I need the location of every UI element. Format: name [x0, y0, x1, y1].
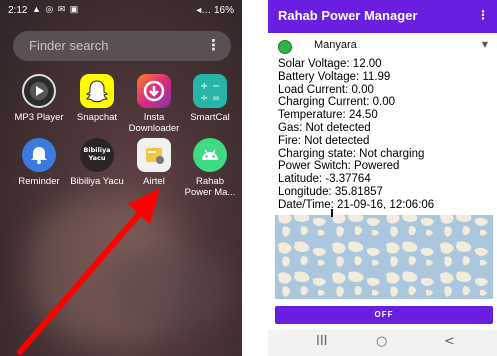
spinner-value: Manyara: [314, 39, 357, 51]
status-dot-icon: [278, 40, 292, 54]
back-button[interactable]: <: [444, 334, 455, 349]
readings-list: Solar Voltage: 12.00 Battery Voltage: 11…: [278, 58, 434, 212]
reading-power-switch: Power Switch: Powered: [278, 160, 400, 173]
navigation-bar: III ○ <: [268, 330, 497, 356]
recent-apps-button[interactable]: III: [316, 334, 328, 349]
world-map[interactable]: [275, 209, 493, 299]
reading-latitude: Latitude: -3.37764: [278, 173, 371, 186]
reading-charging-state: Charging state: Not charging: [278, 147, 425, 160]
reading-fire: Fire: Not detected: [278, 134, 370, 147]
rahab-power-manager-screen: Rahab Power Manager ⋮ Manyara ▼ Solar Vo…: [268, 0, 497, 356]
home-button[interactable]: ○: [376, 334, 387, 349]
reading-solar-voltage: Solar Voltage: 12.00: [278, 58, 382, 70]
reading-longitude: Longitude: 35.81857: [278, 185, 383, 198]
reading-charging-current: Charging Current: 0.00: [278, 96, 395, 109]
map-tiles-icon: [275, 209, 493, 299]
off-button[interactable]: OFF: [275, 306, 493, 324]
reading-gas: Gas: Not detected: [278, 121, 371, 134]
reading-temperature: Temperature: 24.50: [278, 109, 378, 122]
reading-battery-voltage: Battery Voltage: 11.99: [278, 70, 391, 83]
location-spinner[interactable]: Manyara ▼: [276, 38, 494, 56]
dropdown-arrow-icon: ▼: [481, 40, 488, 49]
app-title: Rahab Power Manager: [278, 8, 418, 23]
app-bar: Rahab Power Manager ⋮: [268, 0, 497, 33]
reading-load-current: Load Current: 0.00: [278, 83, 374, 96]
red-arrow-icon: [17, 188, 160, 355]
overflow-menu-icon[interactable]: ⋮: [477, 8, 489, 22]
